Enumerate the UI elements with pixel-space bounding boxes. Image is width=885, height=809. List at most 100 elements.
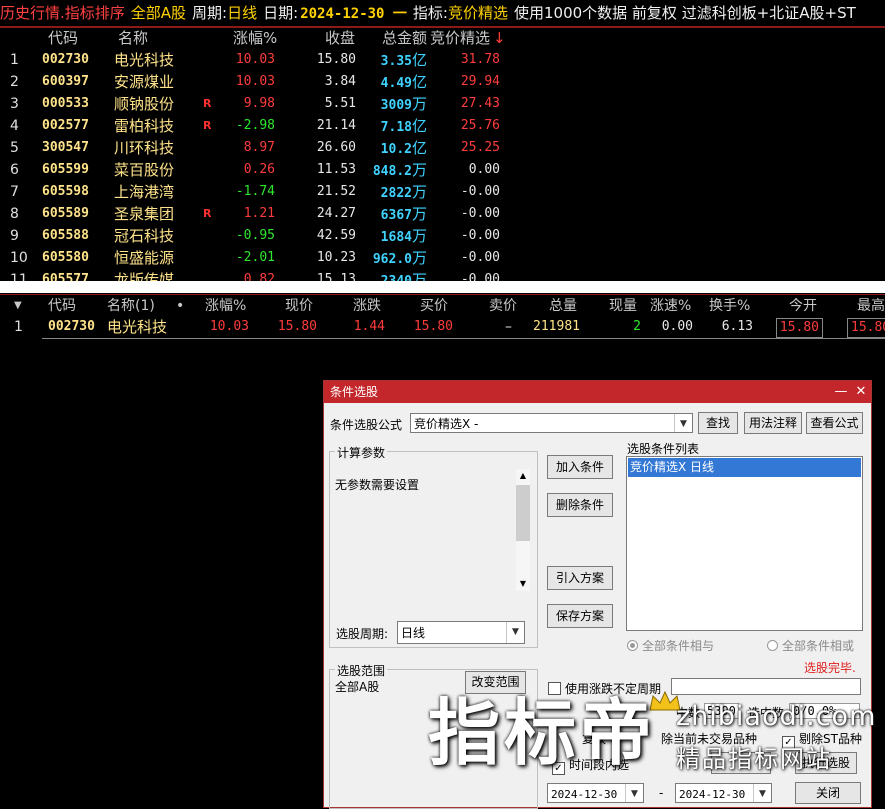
q-header-volume[interactable]: 总量 [549,295,577,317]
header-name[interactable]: 名称 [118,27,148,49]
table-row[interactable]: 8 605589 圣泉集团 R 1.21 24.27 6367万 -0.00 [0,203,885,225]
q-header-turnover[interactable]: 换手% [709,295,750,317]
view-formula-button[interactable]: 查看公式 [806,412,863,434]
chevron-down-icon[interactable]: ▼ [674,414,692,432]
q-header-open[interactable]: 今开 [789,295,817,317]
header-amount[interactable]: 总金额 [382,27,427,49]
mode-label[interactable]: 历史行情.指标排序 [0,4,125,22]
row-amount: 3.35亿 [380,51,427,69]
header-indicator[interactable]: 竞价精选 [430,27,490,49]
row-index: 6 [10,162,19,178]
dropdown-arrow-icon[interactable]: ▼ [14,295,22,317]
condition-list-label: 选股条件列表 [627,442,700,456]
header-change[interactable]: 涨幅% [233,27,277,49]
chevron-down-icon[interactable]: ▼ [506,622,524,643]
formula-select[interactable]: 竞价精选X - ▼ [410,413,693,433]
row-amount-unit: 万 [411,271,427,281]
q-header-code[interactable]: 代码 [48,295,76,317]
table-row[interactable]: 11 605577 龙版传媒 0.82 15.13 2340万 -0.00 [0,269,885,281]
delete-condition-button[interactable]: 删除条件 [547,493,613,517]
splitter[interactable] [0,281,885,293]
date-from-select[interactable]: 2024-12-30 ▼ [547,783,644,803]
chevron-down-icon[interactable]: ▼ [625,784,643,802]
row-name: 上海港湾 [114,183,175,201]
ranking-table: 代码 名称 涨幅% 收盘 总金额 竞价精选 ↓ 1 002730 电光科技 10.03… [0,27,885,281]
scroll-down-icon[interactable]: ▼ [516,577,530,591]
import-plan-button[interactable]: 引入方案 [547,566,613,590]
header-code[interactable]: 代码 [48,27,78,49]
row-name: 顺钠股份 [114,95,175,113]
usage-notes-button[interactable]: 用法注释 [744,412,802,434]
q-header-name[interactable]: 名称(1) [107,295,155,317]
row-amount-unit: 亿 [411,117,427,135]
period-label: 选股周期: [336,627,389,641]
row-amount: 6367万 [380,205,427,223]
q-header-change[interactable]: 涨幅% [205,295,246,317]
row-index: 10 [10,250,28,266]
q-header-price[interactable]: 现价 [285,295,313,317]
date-from-value: 2024-12-30 [551,788,618,801]
q-header-cur-vol[interactable]: 现量 [609,295,637,317]
find-button[interactable]: 查找 [698,412,738,434]
row-amount: 2822万 [380,183,427,201]
row-index: 1 [10,52,19,68]
date-to-select[interactable]: 2024-12-30 ▼ [675,783,772,803]
q-name: 电光科技 [107,318,168,336]
dialog-titlebar[interactable]: 条件选股 — ✕ [324,381,871,403]
period-value: 日线 [401,626,426,640]
date-value[interactable]: 2024-12-30 一 [300,6,407,22]
row-close: 5.51 [324,96,356,111]
row-index: 4 [10,118,19,134]
and-radio[interactable]: 全部条件相与 [627,637,714,654]
period-select[interactable]: 日线 ▼ [397,621,525,644]
condition-list[interactable]: 竞价精选X 日线 [626,456,863,631]
row-amount-unit: 万 [411,249,427,267]
row-code: 605598 [42,184,89,199]
scroll-up-icon[interactable]: ▲ [516,469,530,483]
uncertain-period-field[interactable] [671,678,861,695]
close-icon[interactable]: ✕ [852,381,870,403]
row-change: 8.97 [243,140,275,155]
or-radio[interactable]: 全部条件相或 [767,637,854,654]
sort-arrow-icon: ↓ [493,29,506,47]
header-close[interactable]: 收盘 [325,27,355,49]
quote-row[interactable]: 1 002730 电光科技 10.03 15.80 1.44 15.80 – 2… [0,316,885,338]
minimize-icon[interactable]: — [832,381,850,403]
table-row[interactable]: 7 605598 上海港湾 -1.74 21.52 2822万 -0.00 [0,181,885,203]
row-close: 15.13 [316,272,356,281]
q-header-ask[interactable]: 卖价 [489,295,517,317]
table-row[interactable]: 5 300547 川环科技 8.97 26.60 10.2亿 25.25 [0,137,885,159]
row-index: 5 [10,140,19,156]
range-value: 全部A股 [335,680,380,694]
close-button[interactable]: 关闭 [795,782,861,804]
row-amount-unit: 万 [411,205,427,223]
period-value[interactable]: 日线 [227,4,257,22]
add-condition-button[interactable]: 加入条件 [547,455,613,479]
watermark-url: zhibiaodi.com [676,701,877,732]
indicator-value[interactable]: 竞价精选 [448,4,508,22]
q-header-chg-amt[interactable]: 涨跌 [353,295,381,317]
params-scrollbar[interactable]: ▲ ▼ [516,469,530,591]
watermark-logo-text: 指标帝 [428,691,657,775]
row-name: 安源煤业 [114,73,175,91]
q-header-bid[interactable]: 买价 [420,295,448,317]
save-plan-button[interactable]: 保存方案 [547,604,613,628]
q-header-high[interactable]: 最高 [857,295,885,317]
row-change: 1.21 [243,206,275,221]
table-row[interactable]: 10 605580 恒盛能源 -2.01 10.23 962.0万 -0.00 [0,247,885,269]
table-row[interactable]: 1 002730 电光科技 10.03 15.80 3.35亿 31.78 [0,49,885,71]
table-row[interactable]: 2 600397 安源煤业 10.03 3.84 4.49亿 29.94 [0,71,885,93]
row-name: 电光科技 [114,51,175,69]
table-row[interactable]: 9 605588 冠石科技 -0.95 42.59 1684万 -0.00 [0,225,885,247]
row-close: 42.59 [316,228,356,243]
table-row[interactable]: 3 000533 顺钠股份 R 9.98 5.51 3009万 27.43 [0,93,885,115]
scroll-thumb[interactable] [516,485,530,541]
table-row[interactable]: 4 002577 雷柏科技 R -2.98 21.14 7.18亿 25.76 [0,115,885,137]
q-header-speed[interactable]: 涨速% [650,295,691,317]
table-row[interactable]: 6 605599 菜百股份 0.26 11.53 848.2万 0.00 [0,159,885,181]
market-label[interactable]: 全部A股 [131,4,186,22]
condition-list-item[interactable]: 竞价精选X 日线 [628,458,861,477]
row-close: 21.52 [316,184,356,199]
row-close: 11.53 [316,162,356,177]
chevron-down-icon[interactable]: ▼ [753,784,771,802]
